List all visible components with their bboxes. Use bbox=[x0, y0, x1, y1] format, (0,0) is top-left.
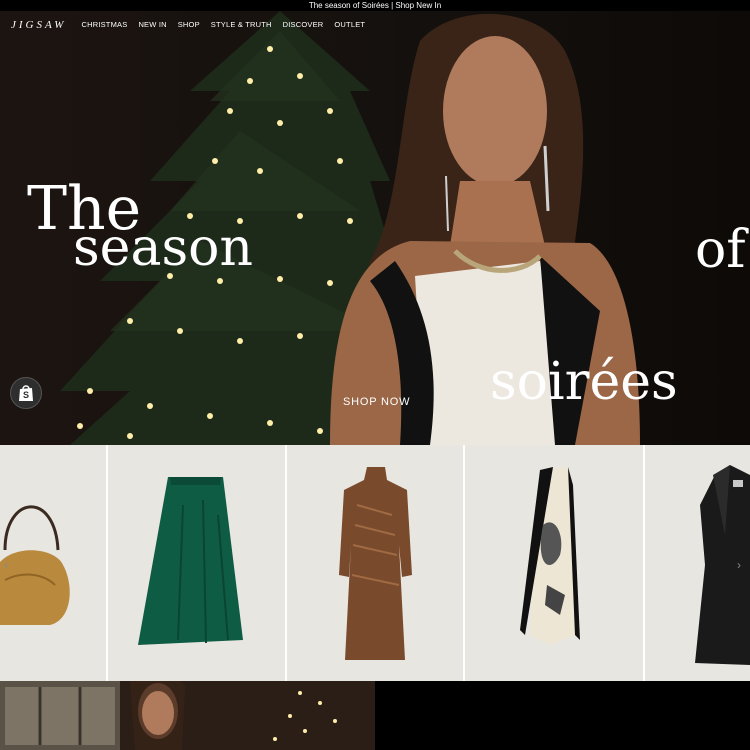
product-image-scarf bbox=[520, 467, 580, 645]
shopify-chat-button[interactable]: S bbox=[10, 377, 42, 409]
shop-now-button[interactable]: SHOP NOW bbox=[343, 396, 410, 408]
hero-headline-line-3: of bbox=[695, 220, 746, 280]
nav-style-truth[interactable]: STYLE & TRUTH bbox=[211, 20, 272, 29]
product-image-bag bbox=[0, 505, 70, 625]
product-image-skirt bbox=[138, 477, 243, 645]
editorial-image bbox=[0, 681, 750, 750]
product-tile-coat[interactable] bbox=[645, 445, 750, 681]
product-carousel: ‹ › bbox=[0, 445, 750, 681]
nav-outlet[interactable]: OUTLET bbox=[334, 20, 365, 29]
chevron-left-icon: ‹ bbox=[4, 558, 8, 572]
product-tile-dress[interactable] bbox=[287, 445, 463, 681]
announcement-text[interactable]: The season of Soirées | Shop New In bbox=[309, 1, 441, 10]
chevron-right-icon: › bbox=[737, 558, 741, 572]
product-tile-skirt[interactable] bbox=[108, 445, 285, 681]
hero-banner[interactable]: The season of soirées SHOP NOW S bbox=[0, 11, 750, 445]
nav-new-in[interactable]: NEW IN bbox=[138, 20, 166, 29]
product-image-dress bbox=[339, 467, 412, 660]
main-navigation: JIGSAW CHRISTMAS NEW IN SHOP STYLE & TRU… bbox=[0, 11, 750, 38]
product-tile-bag[interactable] bbox=[0, 445, 106, 681]
editorial-strip[interactable] bbox=[0, 681, 750, 750]
product-tile-scarf[interactable] bbox=[465, 445, 643, 681]
carousel-prev-button[interactable]: ‹ bbox=[4, 558, 8, 572]
shopping-bag-icon: S bbox=[19, 385, 33, 401]
nav-discover[interactable]: DISCOVER bbox=[283, 20, 324, 29]
carousel-next-button[interactable]: › bbox=[737, 558, 741, 572]
nav-shop[interactable]: SHOP bbox=[178, 20, 200, 29]
brand-logo[interactable]: JIGSAW bbox=[11, 19, 66, 31]
hero-headline-line-2: season bbox=[73, 218, 253, 278]
nav-christmas[interactable]: CHRISTMAS bbox=[81, 20, 127, 29]
product-image-coat bbox=[695, 465, 750, 665]
announcement-bar[interactable]: The season of Soirées | Shop New In bbox=[0, 0, 750, 11]
svg-text:S: S bbox=[23, 390, 29, 400]
hero-headline-line-4: soirées bbox=[490, 352, 678, 412]
